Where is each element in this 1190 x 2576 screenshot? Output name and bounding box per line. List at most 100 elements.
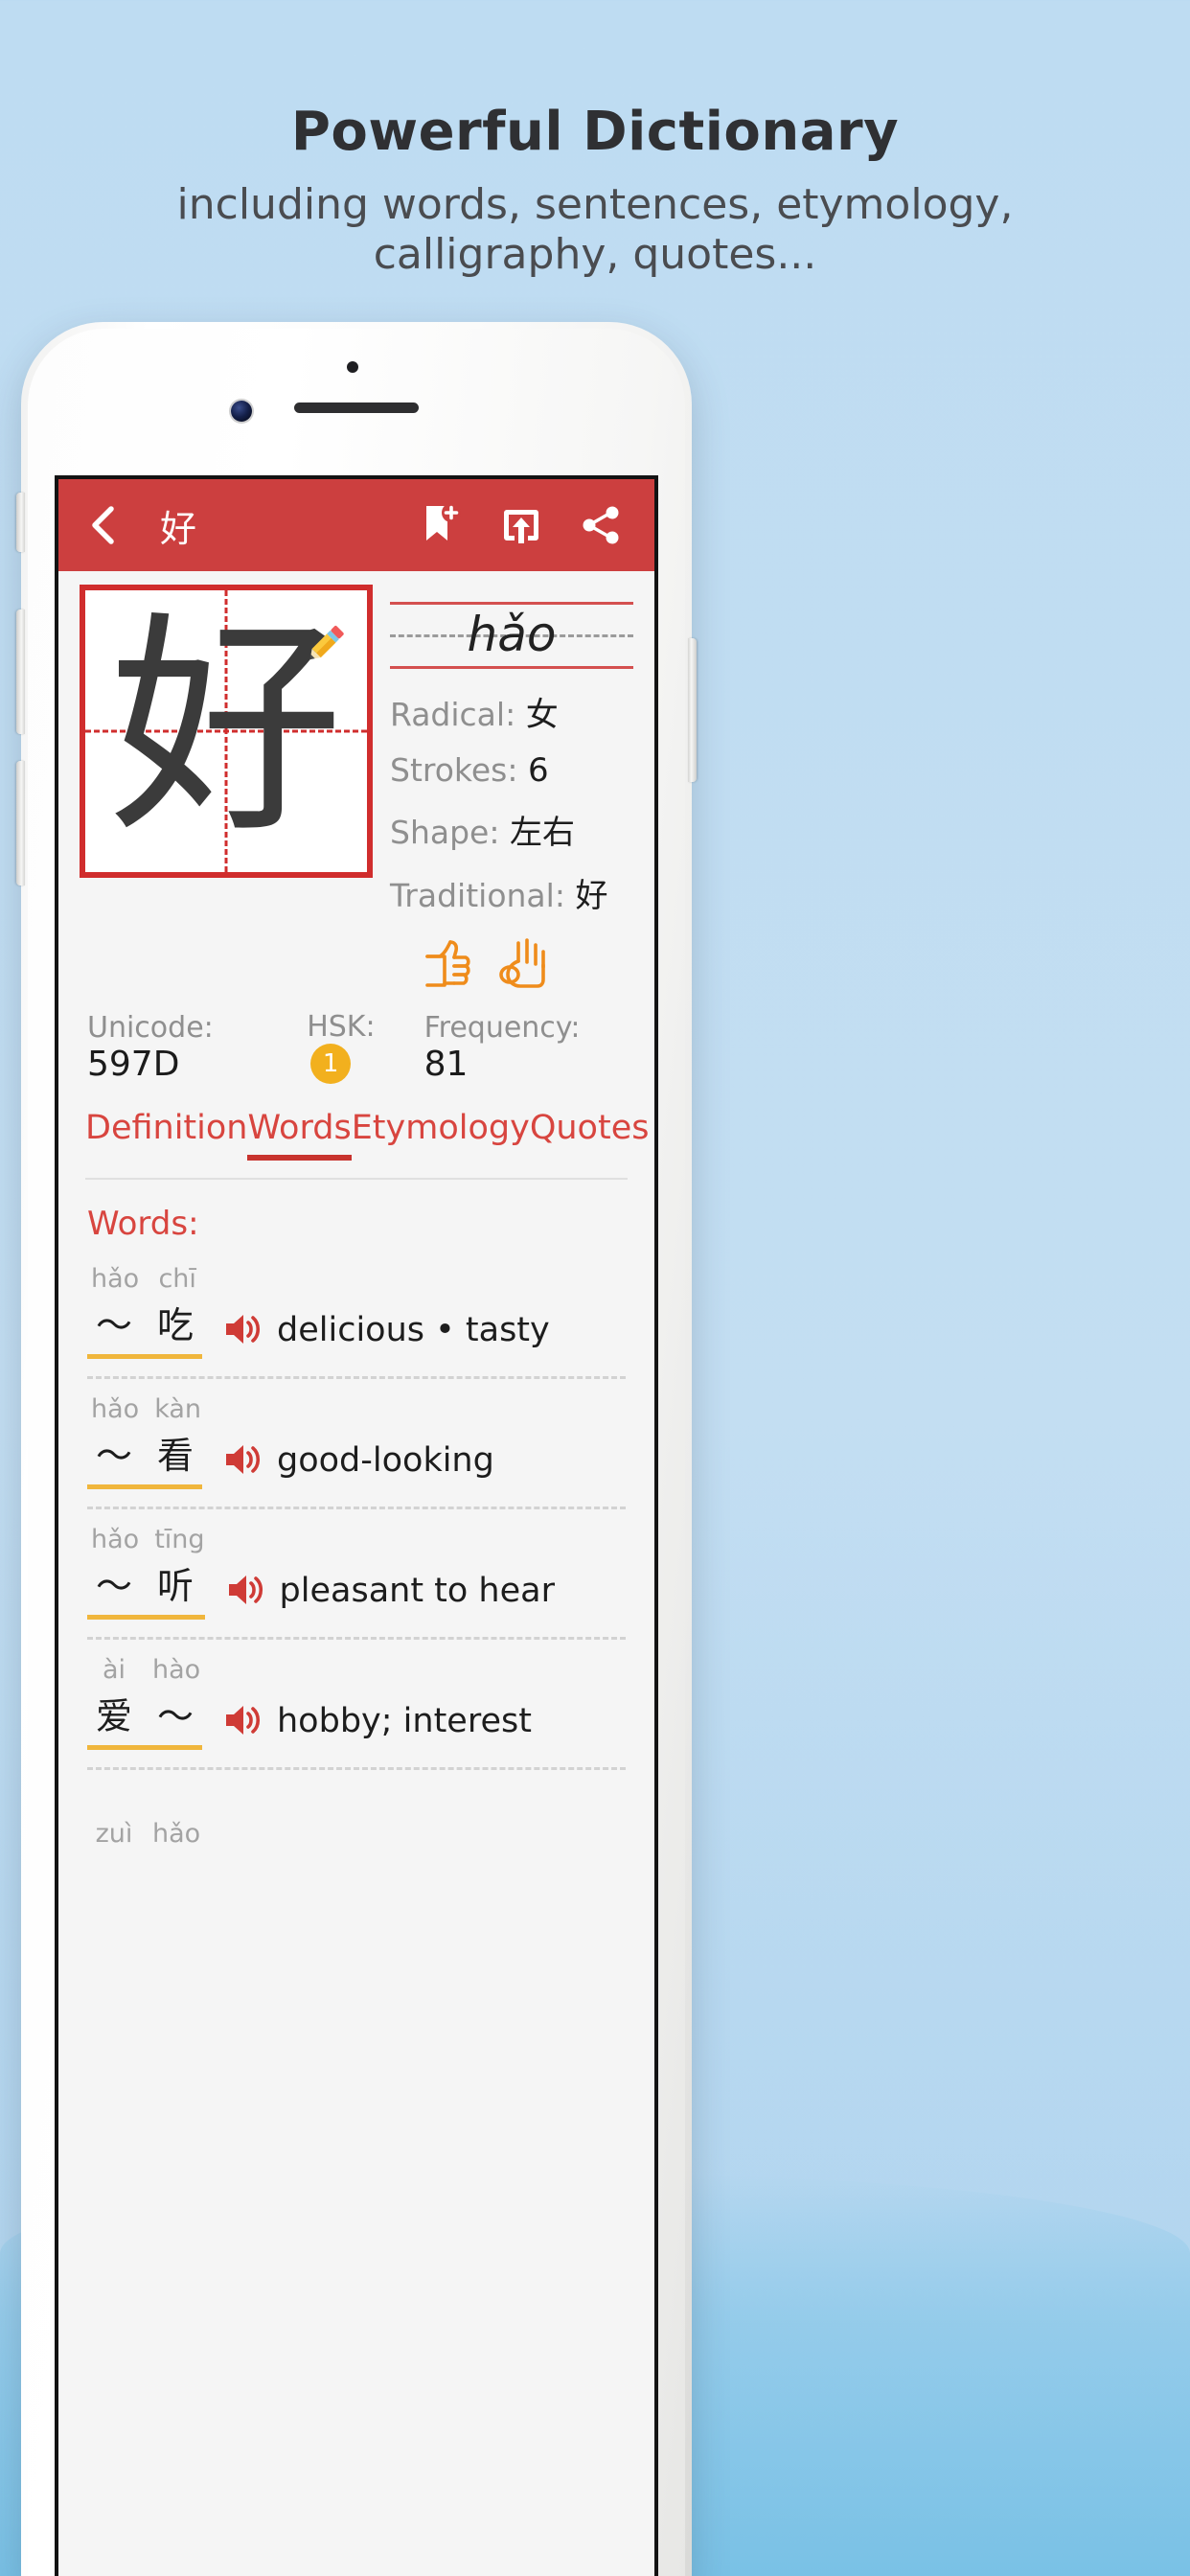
word-hanzi: 〜 吃 xyxy=(87,1294,202,1359)
word-term[interactable]: hǎo tīng 〜 听 xyxy=(87,1525,205,1620)
word-hanzi-1: 〜 xyxy=(95,1435,132,1477)
export-icon[interactable] xyxy=(499,503,543,547)
list-item[interactable]: ài hào 爱 〜 hobby; interest xyxy=(58,1640,654,1760)
detail-radical-value: 女 xyxy=(525,696,559,734)
word-term[interactable]: hǎo chī 〜 吃 xyxy=(87,1264,202,1359)
word-pinyin-1: hǎo xyxy=(91,1394,140,1424)
word-term[interactable]: zuì hǎo xyxy=(87,1819,201,1849)
tab-definition[interactable]: Definition xyxy=(85,1109,247,1161)
list-item[interactable]: hǎo chī 〜 吃 delicious • tasty xyxy=(58,1249,654,1368)
promo-subtitle: including words, sentences, etymology, c… xyxy=(176,180,1014,279)
unicode-value: 597D xyxy=(87,1044,180,1084)
character-details: hǎo Radical: 女 Strokes: 6 Shape: 左右 Trad… xyxy=(373,585,633,997)
speaker-icon[interactable] xyxy=(223,1703,262,1742)
bookmark-add-icon[interactable] xyxy=(419,503,463,547)
word-hanzi-1: 爱 xyxy=(95,1695,132,1737)
proximity-sensor-icon xyxy=(347,361,358,373)
app-bar-title: 好 xyxy=(160,507,197,550)
mute-switch[interactable] xyxy=(16,493,25,552)
unicode-label: Unicode: xyxy=(87,1010,214,1045)
word-pinyin: hǎo kàn xyxy=(87,1394,202,1424)
word-pinyin: hǎo chī xyxy=(87,1264,202,1294)
words-section-heading: Words: xyxy=(87,1205,199,1243)
earpiece-speaker xyxy=(294,402,419,413)
character-meta-row: Unicode: 597D HSK: 1 Frequency: 81 xyxy=(58,997,654,1099)
word-definition: pleasant to hear xyxy=(279,1572,555,1610)
volume-up-button[interactable] xyxy=(16,610,25,734)
power-button[interactable] xyxy=(688,638,697,782)
word-hanzi-2: 看 xyxy=(156,1435,194,1477)
phone-screen: 好 好 hǎo Radical: 女 Strokes: 6 Shape: 左右 … xyxy=(55,475,658,2576)
detail-shape-label: Shape: xyxy=(390,814,500,851)
chevron-left-icon[interactable] xyxy=(81,504,124,546)
word-hanzi-1: 〜 xyxy=(95,1565,132,1607)
detail-strokes-value: 6 xyxy=(527,751,549,790)
word-term[interactable]: hǎo kàn 〜 看 xyxy=(87,1394,202,1489)
share-icon[interactable] xyxy=(580,503,624,547)
detail-traditional-value: 好 xyxy=(575,877,608,915)
word-hanzi-2: 听 xyxy=(156,1565,194,1607)
tab-bar: Definition Words Etymology Quotes xyxy=(58,1099,654,1161)
speaker-icon[interactable] xyxy=(223,1442,262,1482)
word-pinyin-2: tīng xyxy=(154,1525,205,1554)
detail-traditional-label: Traditional: xyxy=(390,877,565,914)
detail-traditional: Traditional: 好 xyxy=(390,869,633,916)
app-bar-actions xyxy=(419,503,631,547)
character-writing-box[interactable]: 好 xyxy=(80,585,373,878)
promo-header: Powerful Dictionary including words, sen… xyxy=(0,0,1190,280)
frequency-label: Frequency: xyxy=(423,1010,581,1045)
speaker-icon[interactable] xyxy=(226,1573,264,1612)
tab-quotes[interactable]: Quotes xyxy=(530,1109,650,1161)
word-hanzi-2: 吃 xyxy=(156,1304,194,1346)
pencil-icon[interactable] xyxy=(300,619,350,674)
word-pinyin-1: hǎo xyxy=(91,1264,140,1294)
word-hanzi-2: 〜 xyxy=(156,1695,194,1737)
ok-hand-icon[interactable] xyxy=(489,932,552,997)
list-item[interactable]: hǎo kàn 〜 看 good-looking xyxy=(58,1379,654,1499)
app-bar: 好 xyxy=(58,479,654,571)
detail-radical: Radical: 女 xyxy=(390,688,633,735)
frequency-value: 81 xyxy=(423,1044,469,1084)
word-pinyin-1: ài xyxy=(102,1655,126,1685)
frequency-info: Frequency: 81 xyxy=(424,1011,626,1084)
detail-strokes: Strokes: 6 xyxy=(390,751,633,790)
word-definition: good-looking xyxy=(277,1441,494,1480)
detail-shape-value: 左右 xyxy=(509,814,575,852)
word-hanzi: 爱 〜 xyxy=(87,1685,202,1750)
tab-words[interactable]: Words xyxy=(247,1109,352,1161)
word-pinyin-1: hǎo xyxy=(91,1525,140,1554)
word-pinyin-2: hào xyxy=(152,1655,201,1685)
word-pinyin-1: zuì xyxy=(95,1819,133,1849)
word-pinyin: ài hào xyxy=(87,1655,202,1685)
list-item[interactable]: zuì hǎo xyxy=(58,1770,654,1858)
character-overview: 好 hǎo Radical: 女 Strokes: 6 Shape: 左右 Tr… xyxy=(58,571,654,997)
speaker-icon[interactable] xyxy=(223,1312,262,1351)
word-term[interactable]: ài hào 爱 〜 xyxy=(87,1655,202,1750)
detail-radical-label: Radical: xyxy=(390,696,516,733)
phone-mockup: 好 好 hǎo Radical: 女 Strokes: 6 Shape: 左右 … xyxy=(16,322,697,2576)
status-badge: 1 xyxy=(310,1044,352,1084)
word-definition: delicious • tasty xyxy=(277,1311,550,1349)
tab-etymology[interactable]: Etymology xyxy=(352,1109,530,1161)
word-pinyin-2: chī xyxy=(158,1264,196,1294)
word-hanzi: 〜 看 xyxy=(87,1424,202,1489)
thumbs-up-icon[interactable] xyxy=(422,932,485,997)
unicode-info: Unicode: 597D xyxy=(87,1011,307,1084)
word-pinyin: hǎo tīng xyxy=(87,1525,205,1554)
hsk-info: HSK: 1 xyxy=(307,1010,423,1084)
character-pinyin: hǎo xyxy=(467,607,557,662)
word-hanzi: 〜 听 xyxy=(87,1554,205,1620)
list-item[interactable]: hǎo tīng 〜 听 pleasant to hear xyxy=(58,1509,654,1629)
word-definition: hobby; interest xyxy=(277,1702,532,1740)
volume-down-button[interactable] xyxy=(16,761,25,886)
front-camera-icon xyxy=(231,401,252,422)
word-pinyin: zuì hǎo xyxy=(87,1819,201,1849)
word-pinyin-2: hǎo xyxy=(152,1819,201,1849)
word-hanzi-1: 〜 xyxy=(95,1304,132,1346)
detail-shape: Shape: 左右 xyxy=(390,806,633,853)
pinyin-banner: hǎo xyxy=(390,594,633,675)
word-pinyin-2: kàn xyxy=(154,1394,202,1424)
hsk-label: HSK: xyxy=(307,1010,376,1044)
page-title: Powerful Dictionary xyxy=(290,101,900,163)
gesture-icons xyxy=(390,932,633,997)
